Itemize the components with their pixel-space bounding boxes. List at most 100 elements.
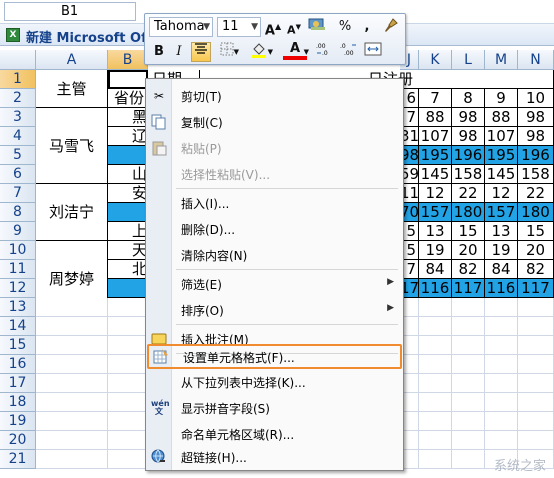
row-header-6[interactable]: 6	[0, 165, 36, 184]
empty-cell[interactable]	[108, 374, 148, 393]
empty-cell[interactable]	[419, 393, 452, 412]
data-cell[interactable]: 98	[452, 108, 485, 127]
empty-cell[interactable]	[452, 317, 485, 336]
font-color-button[interactable]: A ▼	[281, 42, 309, 62]
select-all-corner[interactable]	[0, 50, 36, 70]
center-align-button[interactable]	[191, 42, 211, 62]
empty-cell[interactable]	[419, 317, 452, 336]
data-cell[interactable]: 157	[419, 203, 452, 222]
empty-cell[interactable]	[485, 431, 518, 450]
shrink-font-button[interactable]: A▼	[284, 17, 304, 37]
column-header-k[interactable]: K	[419, 50, 452, 70]
grow-font-button[interactable]: A▲	[263, 17, 283, 38]
row-header-20[interactable]: 20	[0, 431, 36, 450]
row-header-9[interactable]: 9	[0, 222, 36, 241]
cell-b7[interactable]: 安	[108, 184, 148, 203]
menu-item-name-range[interactable]: 命名单元格区域(R)...	[147, 422, 402, 446]
empty-cell[interactable]	[485, 298, 518, 317]
data-cell[interactable]: 22	[518, 184, 554, 203]
menu-item-paste-special[interactable]: 选择性粘贴(V)...	[147, 162, 402, 186]
data-cell[interactable]: 116	[485, 279, 518, 298]
empty-cell[interactable]	[452, 450, 485, 469]
data-cell[interactable]: 117	[452, 279, 485, 298]
menu-item-copy[interactable]: 复制(C)	[147, 110, 402, 134]
row-header-11[interactable]: 11	[0, 260, 36, 279]
data-cell[interactable]: 22	[452, 184, 485, 203]
column-header-l[interactable]: L	[452, 50, 485, 70]
empty-cell[interactable]	[485, 393, 518, 412]
row-header-14[interactable]: 14	[0, 317, 36, 336]
data-cell[interactable]: 19	[485, 241, 518, 260]
empty-cell[interactable]	[108, 317, 148, 336]
cell-b10[interactable]: 天	[108, 241, 148, 260]
row-header-12[interactable]: 12	[0, 279, 36, 298]
data-cell[interactable]: 98	[452, 127, 485, 146]
row-header-3[interactable]: 3	[0, 108, 36, 127]
menu-item-insert[interactable]: 插入(I)...	[147, 191, 402, 215]
empty-cell[interactable]	[485, 317, 518, 336]
empty-cell[interactable]	[108, 355, 148, 374]
format-painter-button[interactable]	[381, 17, 401, 37]
cell-b4[interactable]: 辽	[108, 127, 148, 146]
empty-cell[interactable]	[518, 298, 554, 317]
empty-cell[interactable]	[485, 412, 518, 431]
column-header-m[interactable]: M	[485, 50, 518, 70]
cell-b9[interactable]: 上	[108, 222, 148, 241]
data-cell[interactable]: 13	[485, 222, 518, 241]
data-cell[interactable]: 158	[518, 165, 554, 184]
empty-cell[interactable]	[108, 298, 148, 317]
decrease-decimal-button[interactable]: .00.0	[315, 42, 335, 62]
empty-cell[interactable]	[419, 431, 452, 450]
data-cell[interactable]: 7	[419, 89, 452, 108]
data-cell[interactable]: 8	[452, 89, 485, 108]
increase-decimal-button[interactable]: .0.00	[339, 42, 359, 62]
fill-color-button[interactable]: ▼	[245, 42, 273, 62]
empty-cell[interactable]	[518, 336, 554, 355]
empty-cell[interactable]	[419, 298, 452, 317]
empty-cell[interactable]	[36, 431, 108, 450]
empty-cell[interactable]	[518, 393, 554, 412]
empty-cell[interactable]	[36, 355, 108, 374]
name-box[interactable]: B1	[4, 2, 136, 21]
font-name-box[interactable]: Tahoma ▼	[149, 17, 213, 37]
data-cell[interactable]: 15	[452, 222, 485, 241]
menu-item-cut[interactable]: ✂ 剪切(T)	[147, 84, 402, 108]
cell-b8[interactable]	[108, 203, 148, 222]
empty-cell[interactable]	[419, 450, 452, 469]
row-header-15[interactable]: 15	[0, 336, 36, 355]
comma-button[interactable]: ,	[357, 17, 377, 37]
empty-cell[interactable]	[518, 412, 554, 431]
empty-cell[interactable]	[452, 431, 485, 450]
cell-group1-supervisor[interactable]: 马雪飞	[36, 108, 108, 184]
cell-b1-selected[interactable]	[108, 70, 148, 89]
cell-b2[interactable]: 省份	[108, 89, 148, 108]
data-cell[interactable]: 88	[485, 108, 518, 127]
menu-item-paste[interactable]: 粘贴(P)	[147, 136, 402, 160]
empty-cell[interactable]	[518, 355, 554, 374]
data-cell[interactable]: 195	[485, 146, 518, 165]
empty-cell[interactable]	[452, 355, 485, 374]
data-cell[interactable]: 107	[485, 127, 518, 146]
data-cell[interactable]: 145	[485, 165, 518, 184]
empty-cell[interactable]	[419, 336, 452, 355]
menu-item-hyperlink[interactable]: 超链接(H)...	[147, 445, 402, 469]
row-header-5[interactable]: 5	[0, 146, 36, 165]
column-header-n[interactable]: N	[518, 50, 554, 70]
empty-cell[interactable]	[36, 336, 108, 355]
empty-cell[interactable]	[452, 374, 485, 393]
menu-item-show-phonetic[interactable]: wén 文 显示拼音字段(S)	[147, 396, 402, 420]
cell-a8[interactable]	[36, 222, 108, 241]
empty-cell[interactable]	[419, 355, 452, 374]
empty-cell[interactable]	[518, 374, 554, 393]
data-cell[interactable]: 84	[419, 260, 452, 279]
data-cell[interactable]: 84	[485, 260, 518, 279]
row-header-19[interactable]: 19	[0, 412, 36, 431]
empty-cell[interactable]	[419, 412, 452, 431]
empty-cell[interactable]	[518, 431, 554, 450]
data-cell[interactable]: 107	[419, 127, 452, 146]
menu-item-sort[interactable]: 排序(O) ▶	[147, 298, 402, 322]
cell-b6[interactable]: 山	[108, 165, 148, 184]
empty-cell[interactable]	[485, 336, 518, 355]
row-header-13[interactable]: 13	[0, 298, 36, 317]
row-header-1[interactable]: 1	[0, 70, 36, 89]
